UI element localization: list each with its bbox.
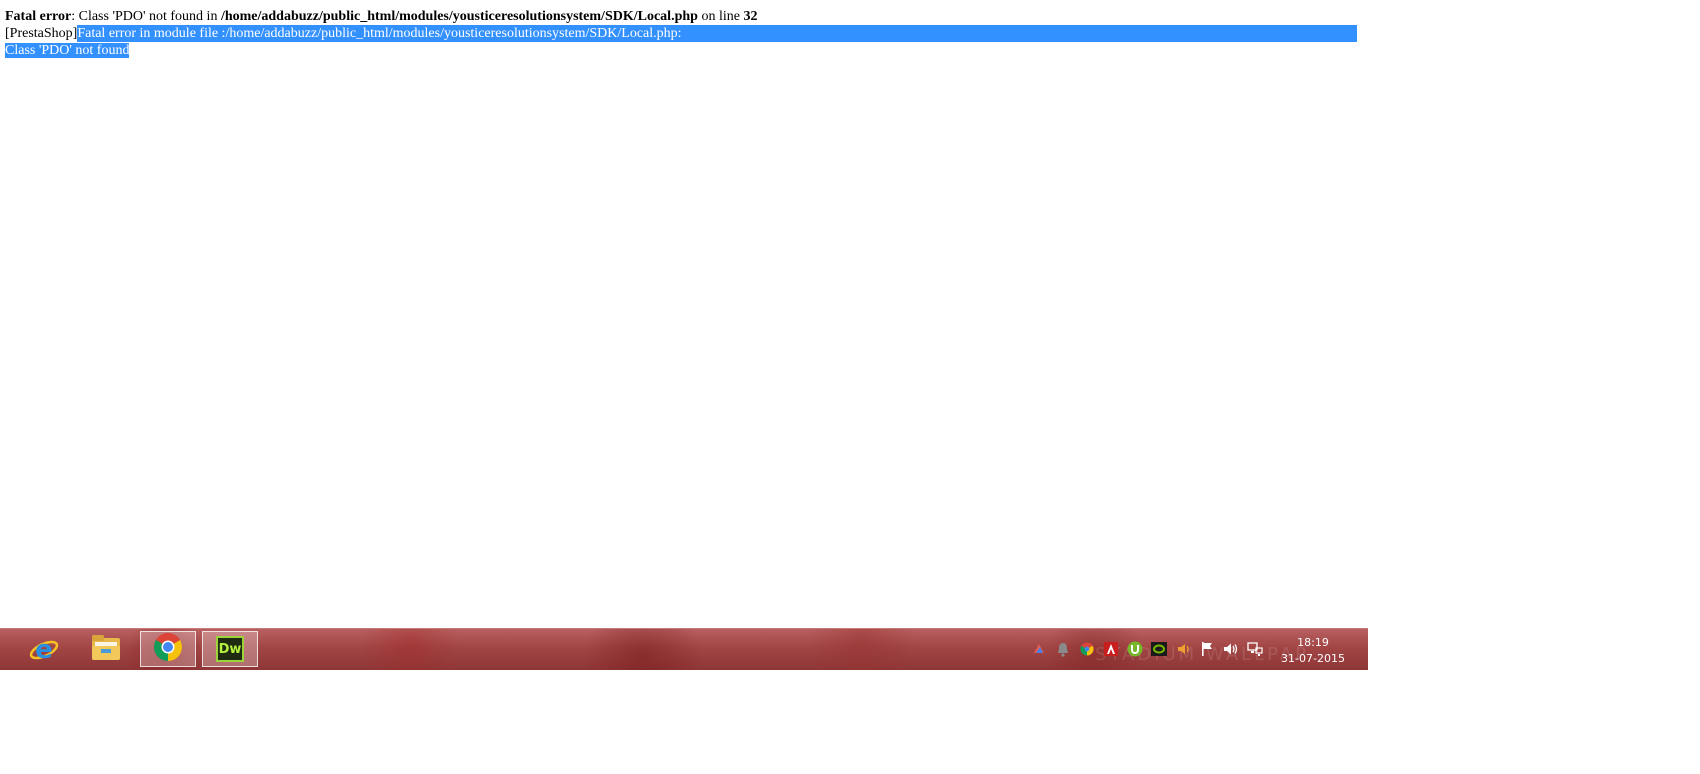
taskbar-file-explorer[interactable] bbox=[78, 631, 134, 667]
prestashop-prefix: [PrestaShop] bbox=[5, 26, 78, 41]
clock-time: 18:19 bbox=[1297, 636, 1329, 649]
fatal-error-label: Fatal error bbox=[5, 9, 72, 24]
class-error-line: Class 'PDO' not found bbox=[5, 42, 1365, 59]
system-tray bbox=[1031, 640, 1271, 658]
page: Fatal error: Class 'PDO' not found in /h… bbox=[0, 0, 1700, 774]
network-icon[interactable] bbox=[1247, 641, 1263, 657]
speaker-icon[interactable] bbox=[1223, 641, 1239, 657]
taskbar-internet-explorer[interactable]: e bbox=[16, 631, 72, 667]
adobe-icon[interactable] bbox=[1103, 641, 1119, 657]
selected-module-error: Fatal error in module file :/home/addabu… bbox=[77, 25, 1358, 42]
volume-icon[interactable] bbox=[1175, 641, 1191, 657]
action-center-icon[interactable] bbox=[1199, 641, 1215, 657]
taskbar-dreamweaver[interactable]: Dw bbox=[202, 631, 258, 667]
svg-text:e: e bbox=[35, 635, 53, 665]
nvidia-icon[interactable] bbox=[1151, 641, 1167, 657]
php-error-output: Fatal error: Class 'PDO' not found in /h… bbox=[5, 8, 1365, 59]
dreamweaver-icon: Dw bbox=[216, 636, 244, 662]
file-explorer-icon bbox=[90, 632, 122, 667]
flag-icon[interactable] bbox=[1031, 641, 1047, 657]
error-line-number: 32 bbox=[743, 9, 758, 24]
selected-class-error: Class 'PDO' not found bbox=[5, 43, 130, 58]
prestashop-error-line: [PrestaShop] Fatal error in module file … bbox=[5, 25, 1365, 42]
chrome-icon bbox=[153, 632, 183, 667]
fatal-error-text: : Class 'PDO' not found in bbox=[71, 9, 221, 24]
system-clock[interactable]: 18:19 31-07-2015 bbox=[1278, 635, 1348, 667]
taskbar-chrome[interactable] bbox=[140, 631, 196, 667]
error-line-text: on line bbox=[697, 9, 744, 24]
fatal-error-line: Fatal error: Class 'PDO' not found in /h… bbox=[5, 8, 1365, 25]
utorrent-icon[interactable] bbox=[1127, 641, 1143, 657]
bell-icon[interactable] bbox=[1055, 641, 1071, 657]
internet-explorer-icon: e bbox=[28, 633, 60, 665]
chrome-tray-icon[interactable] bbox=[1079, 641, 1095, 657]
error-file-path: /home/addabuzz/public_html/modules/youst… bbox=[220, 9, 698, 24]
clock-date: 31-07-2015 bbox=[1281, 652, 1345, 665]
windows-taskbar: STADIUM WALLPAP e Dw 18:19 31-07-2015 bbox=[0, 628, 1368, 670]
